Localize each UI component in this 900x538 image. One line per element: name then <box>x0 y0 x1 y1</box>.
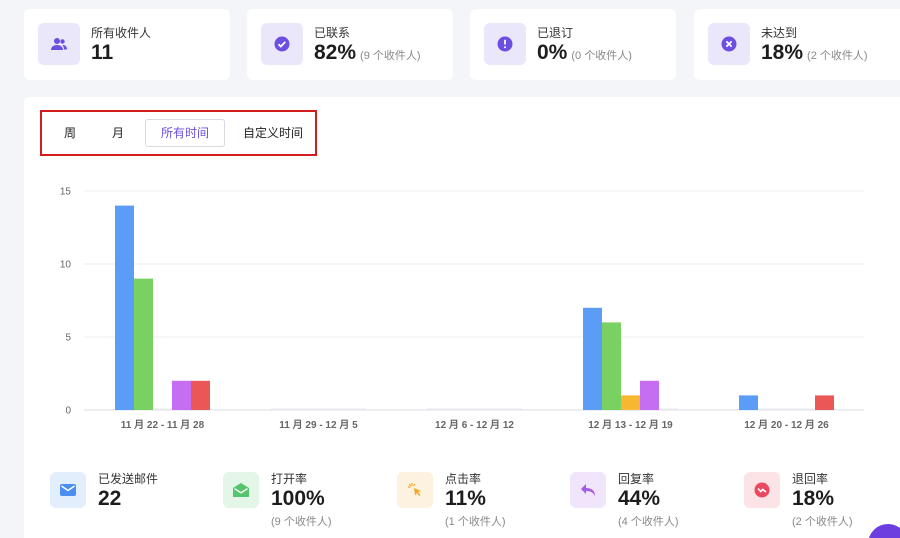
bar <box>271 408 290 410</box>
y-tick-label: 15 <box>60 187 72 198</box>
y-tick-label: 10 <box>60 260 72 271</box>
open-envelope-icon <box>223 472 259 508</box>
bar <box>758 408 777 410</box>
bar <box>777 408 796 410</box>
metric-sub: (4 个收件人) <box>618 516 679 528</box>
metric-value: 44% <box>618 487 661 510</box>
bar <box>815 395 834 410</box>
bar <box>191 380 210 410</box>
reply-icon <box>570 472 606 508</box>
mail-icon <box>50 472 86 508</box>
metric-label: 已发送邮件 <box>98 472 159 486</box>
bar <box>115 205 134 410</box>
y-tick-label: 0 <box>65 406 71 417</box>
bounce-icon <box>744 472 780 508</box>
bar <box>446 408 465 410</box>
bar <box>659 408 678 410</box>
bar <box>602 322 621 410</box>
metric-label: 点击率 <box>445 472 482 486</box>
bar <box>640 380 659 410</box>
metric-value: 100% <box>271 487 325 510</box>
bar <box>290 408 309 410</box>
metric-value: 11% <box>445 487 486 510</box>
metric-label: 打开率 <box>271 472 308 486</box>
metric-sub: (2 个收件人) <box>792 516 853 528</box>
metric-label: 退回率 <box>792 472 829 486</box>
bar <box>739 395 758 410</box>
bar <box>484 408 503 410</box>
bar <box>153 408 172 410</box>
bar <box>309 408 328 410</box>
bar <box>172 380 191 410</box>
x-tick-label: 12 月 13 - 12 月 19 <box>588 419 673 431</box>
bar <box>427 408 446 410</box>
metric-sub: (1 个收件人) <box>445 516 506 528</box>
x-tick-label: 12 月 6 - 12 月 12 <box>435 419 514 431</box>
y-tick-label: 5 <box>65 333 71 344</box>
bar <box>465 408 484 410</box>
bar <box>347 408 366 410</box>
bar <box>134 278 153 410</box>
x-tick-label: 12 月 20 - 12 月 26 <box>744 419 829 431</box>
activity-bar-chart: 0 5 10 15 11 月 22 - 11 月 28 11 月 29 - 12 月 5 1… <box>60 187 864 431</box>
metric-sub: (9 个收件人) <box>271 516 332 528</box>
bar <box>621 395 640 410</box>
bar <box>583 307 602 410</box>
bar <box>796 408 815 410</box>
bar <box>328 408 347 410</box>
metric-value: 22 <box>98 487 122 510</box>
metric-value: 18% <box>792 487 835 510</box>
metric-label: 回复率 <box>618 472 655 486</box>
bar <box>503 408 522 410</box>
x-tick-label: 11 月 29 - 12 月 5 <box>279 419 358 431</box>
x-tick-label: 11 月 22 - 11 月 28 <box>121 419 205 431</box>
cursor-click-icon <box>397 472 433 508</box>
